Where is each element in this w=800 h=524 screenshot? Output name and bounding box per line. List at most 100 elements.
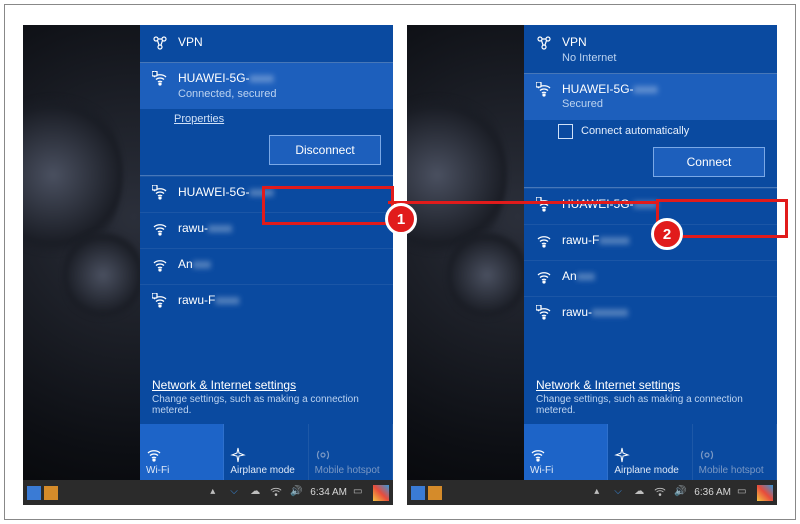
wifi-tile[interactable]: Wi-Fi [524,424,608,480]
wifi-icon [536,269,552,288]
screenshot-left: VPN HUAWEI-5G-xxxx Connected, secured Pr… [23,25,393,505]
taskbar-app-icon[interactable] [411,486,425,500]
tray-network-icon[interactable] [270,486,284,500]
connect-button[interactable]: Connect [653,147,765,177]
network-settings-link[interactable]: Network & Internet settings Change setti… [140,368,393,424]
network-flyout: VPN No Internet HUAWEI-5G-xxxx Secured C… [524,25,777,480]
vpn-row[interactable]: VPN [140,25,393,62]
quick-action-tiles: Wi-Fi Airplane mode Mobile hotspot [140,424,393,480]
taskbar-clock[interactable]: 6:36 AM [694,487,731,498]
network-row[interactable]: HUAWEI-5G-xxxx [524,188,777,224]
taskbar-app-icon[interactable] [27,486,41,500]
network-flyout: VPN HUAWEI-5G-xxxx Connected, secured Pr… [140,25,393,480]
wifi-icon [152,221,168,240]
network-name: Anxxx [562,269,607,285]
taskbar: ▴ ⌵ ☁ 🔊 6:36 AM ▭ [407,480,777,505]
settings-title: Network & Internet settings [536,378,765,392]
properties-link[interactable]: Properties [174,113,393,125]
network-row[interactable]: HUAWEI-5G-xxxx [140,176,393,212]
vpn-label: VPN [562,35,616,51]
connect-automatically-label: Connect automatically [581,125,689,137]
network-name: HUAWEI-5G-xxxx [562,197,664,213]
selected-network-section: HUAWEI-5G-xxxx Connected, secured Proper… [140,63,393,176]
taskbar-left [27,486,58,500]
wifi-secured-icon [152,293,168,312]
tray-chevron-up-icon[interactable]: ▴ [210,486,224,500]
vpn-row[interactable]: VPN No Internet [524,25,777,73]
selected-network-row[interactable]: HUAWEI-5G-xxxx Connected, secured [140,63,393,109]
airplane-mode-tile[interactable]: Airplane mode [224,424,308,480]
vpn-section: VPN No Internet [524,25,777,74]
taskbar: ▴ ⌵ ☁ 🔊 6:34 AM ▭ [23,480,393,505]
tray-app-icon[interactable] [373,485,389,501]
network-row[interactable]: rawu-Fxxxxx [524,224,777,260]
vpn-icon [152,35,168,54]
taskbar-app-icon[interactable] [44,486,58,500]
available-networks-list: HUAWEI-5G-xxxx rawu-xxxx Anxxx rawu-Fxxx… [140,176,393,368]
tray-app-icon[interactable] [757,485,773,501]
wifi-secured-icon [536,305,552,324]
airplane-icon [614,447,685,465]
taskbar-app-icon[interactable] [428,486,442,500]
wifi-icon [146,447,217,465]
checkbox-icon[interactable] [558,124,573,139]
selected-network-row[interactable]: HUAWEI-5G-xxxx Secured [524,74,777,120]
airplane-icon [230,447,301,465]
network-name: rawu-xxxxxx [562,305,628,321]
selected-network-section: HUAWEI-5G-xxxx Secured Connect automatic… [524,74,777,188]
wifi-icon [536,233,552,252]
tray-network-icon[interactable] [654,486,668,500]
network-name: Anxxx [178,257,223,273]
tray-volume-icon[interactable]: 🔊 [290,486,304,500]
tray-action-center-icon[interactable]: ▭ [353,486,367,500]
tray-bluetooth-icon[interactable]: ⌵ [230,486,244,500]
wifi-secured-icon [536,82,552,101]
network-name: rawu-Fxxxxx [562,233,629,249]
selected-network-name: HUAWEI-5G-xxxx [178,71,280,87]
tray-chevron-up-icon[interactable]: ▴ [594,486,608,500]
screenshot-right: VPN No Internet HUAWEI-5G-xxxx Secured C… [407,25,777,505]
screenshot-frame: VPN HUAWEI-5G-xxxx Connected, secured Pr… [4,4,796,520]
tray-action-center-icon[interactable]: ▭ [737,486,751,500]
hotspot-icon [315,447,386,465]
vpn-section: VPN [140,25,393,63]
available-networks-list: HUAWEI-5G-xxxx rawu-Fxxxxx Anxxx rawu-xx… [524,188,777,368]
disconnect-button[interactable]: Disconnect [269,135,381,165]
settings-desc: Change settings, such as making a connec… [152,394,381,416]
vpn-icon [536,35,552,54]
quick-action-tiles: Wi-Fi Airplane mode Mobile hotspot [524,424,777,480]
wifi-icon [152,257,168,276]
selected-network-name: HUAWEI-5G-xxxx [562,82,664,98]
tray-onedrive-icon[interactable]: ☁ [250,486,264,500]
network-row[interactable]: rawu-xxxxxx [524,296,777,332]
taskbar-left [411,486,442,500]
wifi-icon [530,447,601,465]
mobile-hotspot-tile[interactable]: Mobile hotspot [309,424,393,480]
mobile-hotspot-tile[interactable]: Mobile hotspot [693,424,777,480]
selected-network-status: Connected, secured [178,87,280,101]
settings-desc: Change settings, such as making a connec… [536,394,765,416]
connect-automatically-row[interactable]: Connect automatically [558,124,777,139]
wifi-secured-icon [152,185,168,204]
network-row[interactable]: Anxxx [140,248,393,284]
wifi-secured-icon [152,71,168,90]
hotspot-icon [699,447,770,465]
tray-bluetooth-icon[interactable]: ⌵ [614,486,628,500]
taskbar-clock[interactable]: 6:34 AM [310,487,347,498]
tray-onedrive-icon[interactable]: ☁ [634,486,648,500]
network-row[interactable]: rawu-Fxxxx [140,284,393,320]
settings-title: Network & Internet settings [152,378,381,392]
selected-network-status: Secured [562,97,664,111]
wifi-tile[interactable]: Wi-Fi [140,424,224,480]
wifi-secured-icon [536,197,552,216]
network-name: rawu-Fxxxx [178,293,245,309]
vpn-label: VPN [178,35,203,51]
tray-volume-icon[interactable]: 🔊 [674,486,688,500]
network-name: HUAWEI-5G-xxxx [178,185,280,201]
network-name: rawu-xxxx [178,221,238,237]
network-row[interactable]: Anxxx [524,260,777,296]
airplane-mode-tile[interactable]: Airplane mode [608,424,692,480]
network-row[interactable]: rawu-xxxx [140,212,393,248]
network-settings-link[interactable]: Network & Internet settings Change setti… [524,368,777,424]
vpn-status: No Internet [562,51,616,65]
